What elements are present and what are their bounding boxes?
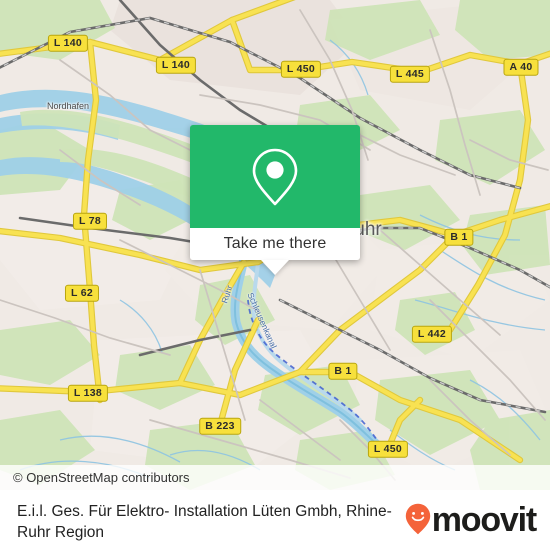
road-shield: L 445 bbox=[389, 65, 431, 83]
road-shield: L 62 bbox=[64, 284, 100, 302]
map-screenshot-page: Nordhafen uhr Ruhr Schleusenkanal L 140 … bbox=[0, 0, 550, 550]
road-shield: L 78 bbox=[72, 212, 108, 230]
take-me-there-label: Take me there bbox=[223, 235, 327, 252]
road-shield: B 1 bbox=[444, 228, 474, 246]
moovit-wordmark: moovit bbox=[431, 501, 537, 539]
map-canvas[interactable]: Nordhafen uhr Ruhr Schleusenkanal L 140 … bbox=[0, 0, 550, 490]
page-title: E.i.l. Ges. Für Elektro- Installation Lü… bbox=[17, 503, 392, 541]
card-image-area bbox=[190, 125, 360, 228]
road-shield: L 140 bbox=[47, 34, 89, 52]
map-place-label: Nordhafen bbox=[46, 101, 90, 111]
location-info-card[interactable]: Take me there bbox=[190, 125, 360, 275]
road-shield: L 138 bbox=[67, 384, 109, 402]
take-me-there-button[interactable]: Take me there bbox=[190, 228, 360, 260]
road-shield: A 40 bbox=[503, 58, 539, 76]
map-pin-icon bbox=[252, 148, 298, 205]
osm-attribution-text: © OpenStreetMap contributors bbox=[13, 470, 190, 485]
map-attribution-bar: © OpenStreetMap contributors bbox=[0, 465, 550, 490]
page-footer: E.i.l. Ges. Für Elektro- Installation Lü… bbox=[0, 490, 550, 550]
card-pointer-tip bbox=[261, 260, 289, 275]
moovit-brand[interactable]: moovit bbox=[405, 490, 550, 539]
road-shield: L 450 bbox=[367, 440, 409, 458]
road-shield: B 1 bbox=[328, 362, 358, 380]
road-shield: L 442 bbox=[411, 325, 453, 343]
road-shield: B 223 bbox=[199, 417, 241, 435]
moovit-smiley-pin-icon bbox=[405, 503, 430, 535]
road-shield: L 140 bbox=[155, 56, 197, 74]
road-shield: L 450 bbox=[280, 60, 322, 78]
